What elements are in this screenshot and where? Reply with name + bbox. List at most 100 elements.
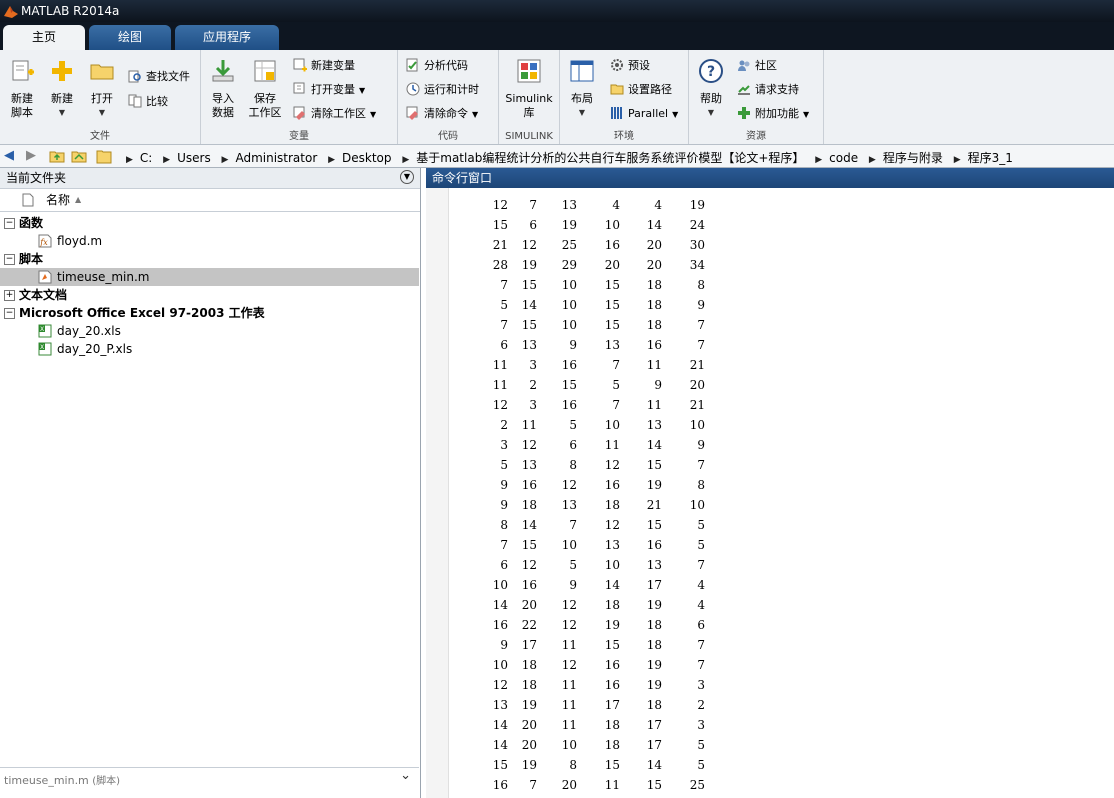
analyze-code-button[interactable]: 分析代码 [406,56,468,76]
environment-group: 布局 ▼ 预设 设置路径 Parallel ▼ 环境 [560,50,689,144]
collapse-icon[interactable]: − [4,308,15,319]
run-and-time-button[interactable]: 运行和计时 [406,80,479,100]
new-script-icon [12,60,34,81]
output-cell: 7 [529,778,537,792]
run-and-time-icon [406,82,420,96]
output-cell: 18 [646,618,662,632]
community-button[interactable]: 社区 [737,56,777,76]
file-item-day20p[interactable]: X day_20_P.xls [0,340,419,358]
set-path-button[interactable]: 设置路径 [610,80,672,100]
current-folder-header: 当前文件夹 ▼ [0,168,420,189]
output-cell: 8 [569,758,577,772]
category-functions[interactable]: − 函数 [0,214,419,232]
compare-button[interactable]: 比较 [128,92,168,112]
output-cell: 5 [569,418,577,432]
open-label: 打开 [91,92,113,105]
collapse-icon[interactable]: − [4,254,15,265]
analyze-code-label: 分析代码 [424,59,468,72]
output-cell: 18 [521,498,537,512]
request-support-button[interactable]: 请求支持 [737,80,799,100]
chevron-down-icon[interactable]: ⌄ [400,768,411,783]
output-cell: 16 [521,578,537,592]
new-script-label: 新建 脚本 [11,92,33,119]
output-cell: 10 [561,318,577,332]
sort-ascending-icon: ▲ [75,195,82,204]
breadcrumb-separator: ▶ [815,155,823,165]
back-arrow-icon[interactable]: ◀ [4,148,14,163]
new-variable-button[interactable]: 新建变量 [293,56,355,76]
breadcrumb-item[interactable]: Desktop [342,151,392,165]
add-ons-button[interactable]: 附加功能 ▼ [737,104,809,124]
excel-file-icon: X [38,342,52,356]
output-cell: 18 [604,738,620,752]
simulink-library-button[interactable]: Simulink 库 [503,56,555,120]
preferences-label: 预设 [628,59,650,72]
output-cell: 9 [697,298,705,312]
collapse-icon[interactable]: − [4,218,15,229]
tab-home[interactable]: 主页 [3,25,85,50]
preferences-button[interactable]: 预设 [610,56,650,76]
output-cell: 14 [646,758,662,772]
name-column-header[interactable]: 名称 [46,189,70,211]
category-excel[interactable]: − Microsoft Office Excel 97-2003 工作表 [0,304,419,322]
new-button[interactable]: 新建 ▼ [42,56,82,120]
category-text-docs[interactable]: + 文本文档 [0,286,419,304]
output-cell: 20 [521,738,537,752]
clear-workspace-button[interactable]: 清除工作区 ▼ [293,104,376,124]
category-label: 文本文档 [19,288,68,302]
output-cell: 20 [604,258,620,272]
breadcrumb-item[interactable]: 程序3_1 [968,151,1013,165]
layout-label: 布局 [571,92,593,105]
output-cell: 10 [561,298,577,312]
breadcrumb-item[interactable]: C: [140,151,152,165]
tab-apps[interactable]: 应用程序 [175,25,279,50]
layout-button[interactable]: 布局 ▼ [562,56,602,120]
output-cell: 16 [604,658,620,672]
panel-menu-icon[interactable]: ▼ [400,170,414,184]
output-cell: 2 [697,698,705,712]
save-workspace-button[interactable]: 保存 工作区 [245,56,285,120]
command-window[interactable]: 命令行窗口 12 7 13 4 4 19 15 6 19 10 14 24 21 12 25 16 20 30 28… [426,168,1114,798]
output-cell: 19 [689,198,705,212]
output-cell: 15 [521,278,537,292]
output-cell: 9 [569,578,577,592]
category-scripts[interactable]: − 脚本 [0,250,419,268]
parallel-button[interactable]: Parallel ▼ [610,104,678,124]
browse-folder-icon[interactable] [71,148,87,164]
file-item-day20[interactable]: X day_20.xls [0,322,419,340]
find-files-button[interactable]: 查找文件 [128,67,190,87]
output-cell: 10 [561,278,577,292]
breadcrumb-item[interactable]: Administrator [235,151,317,165]
breadcrumb-item[interactable]: 程序与附录 [883,151,943,165]
tab-plots[interactable]: 绘图 [89,25,171,50]
help-button[interactable]: ? 帮助 ▼ [691,56,731,120]
breadcrumb-item[interactable]: Users [177,151,211,165]
breadcrumb-item[interactable]: code [829,151,858,165]
clear-commands-button[interactable]: 清除命令 ▼ [406,104,478,124]
excel-file-icon: X [38,324,52,338]
output-cell: 10 [561,738,577,752]
expand-icon[interactable]: + [4,290,15,301]
details-text: timeuse_min.m (脚本) [4,772,120,787]
new-script-button[interactable]: 新建 脚本 [2,56,42,120]
set-path-label: 设置路径 [628,83,672,96]
window-title: MATLAB R2014a [21,4,120,18]
open-button[interactable]: 打开 ▼ [82,56,122,120]
file-name: timeuse_min.m [57,270,150,284]
output-cell: 16 [604,238,620,252]
file-item-timeuse[interactable]: timeuse_min.m [0,268,419,286]
open-variable-button[interactable]: 打开变量 ▼ [293,80,365,100]
breadcrumb-separator: ▶ [953,155,961,165]
find-files-icon [128,70,141,83]
details-panel: timeuse_min.m (脚本) ⌄ [0,767,419,798]
folder-icon [96,150,112,164]
output-cell: 18 [521,658,537,672]
output-cell: 4 [654,198,662,212]
function-file-icon: fx [38,234,52,248]
breadcrumb-item[interactable]: 基于matlab编程统计分析的公共自行车服务系统评价模型【论文+程序】 [416,151,804,165]
output-cell: 12 [561,478,577,492]
up-folder-icon[interactable] [49,148,65,164]
import-data-button[interactable]: 导入 数据 [203,56,243,120]
forward-arrow-icon[interactable]: ▶ [26,148,36,163]
file-item-floyd[interactable]: fx floyd.m [0,232,419,250]
